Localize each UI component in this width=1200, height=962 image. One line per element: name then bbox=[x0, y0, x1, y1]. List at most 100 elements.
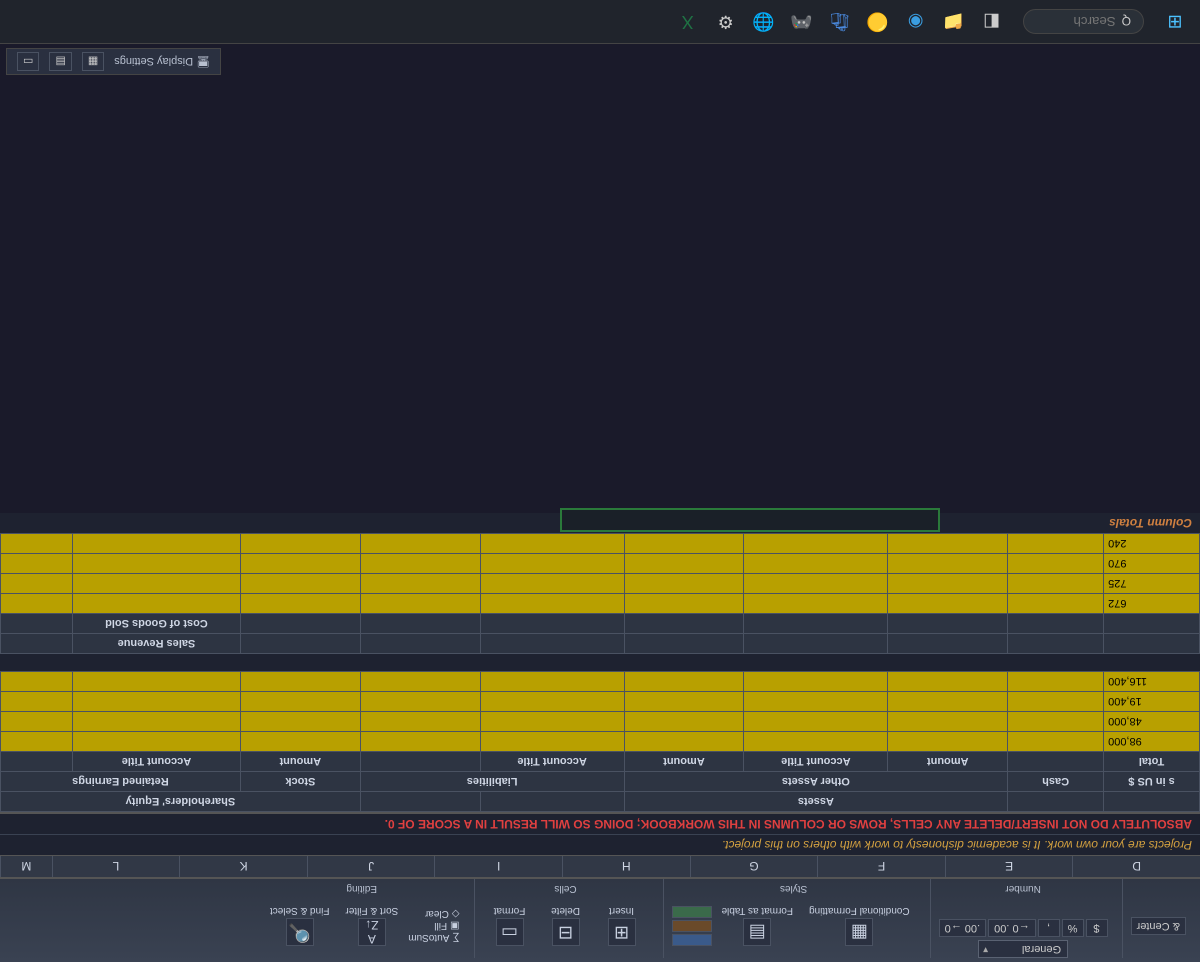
taskbar-app-excel[interactable]: X bbox=[671, 5, 705, 39]
task-view-button[interactable]: ◧ bbox=[975, 5, 1009, 39]
find-label: Find & Select bbox=[270, 906, 329, 917]
table-row[interactable]: 98,000 bbox=[1, 732, 1200, 752]
stock-hdr: Stock bbox=[240, 772, 360, 792]
view-page-button[interactable]: ▤ bbox=[49, 52, 71, 71]
amount-hdr-2: Amount bbox=[624, 752, 744, 772]
cell-style-1[interactable] bbox=[672, 934, 712, 946]
taskbar-search[interactable]: Q bbox=[1023, 9, 1144, 34]
col-g[interactable]: G bbox=[690, 856, 818, 877]
table-row[interactable]: 48,000 bbox=[1, 712, 1200, 732]
number-format-dropdown[interactable]: General bbox=[978, 940, 1068, 958]
delete-button[interactable]: ⊟ Delete bbox=[539, 904, 593, 949]
autosum-button[interactable]: ∑AutoSum bbox=[408, 933, 459, 944]
cell-val[interactable]: 240 bbox=[1104, 534, 1200, 554]
total-hdr: Total bbox=[1104, 752, 1200, 772]
worksheet[interactable]: Projects are your own work. It is academ… bbox=[0, 513, 1200, 855]
format-icon: ▭ bbox=[496, 919, 524, 947]
taskbar-app-chrome[interactable]: 🟡 bbox=[861, 5, 895, 39]
view-break-button[interactable]: ▭ bbox=[17, 52, 39, 71]
delete-label: Delete bbox=[551, 906, 580, 917]
format-button[interactable]: ▭ Format bbox=[483, 904, 537, 949]
taskbar-app-1[interactable]: 🎮 bbox=[785, 5, 819, 39]
windows-taskbar[interactable]: ⊞ Q ◧ 📁 ◉ 🟡 🛍 🎮 🌐 ⚙ X bbox=[0, 0, 1200, 44]
column-headers: D E F G H I J K L M bbox=[0, 855, 1200, 877]
table-row: Sales Revenue bbox=[1, 634, 1200, 654]
editing-group: ∑AutoSum ▣Fill ◇Clear AZ↓ Sort & Filter … bbox=[256, 879, 468, 958]
sort-label: Sort & Filter bbox=[345, 906, 398, 917]
col-j[interactable]: J bbox=[307, 856, 435, 877]
cells-label: Cells bbox=[483, 881, 649, 894]
taskbar-app-edge[interactable]: ◉ bbox=[899, 5, 933, 39]
insert-label: Insert bbox=[609, 906, 634, 917]
table-row: Total Amount Account Title Amount Accoun… bbox=[1, 752, 1200, 772]
currency-button[interactable]: $ bbox=[1086, 919, 1108, 937]
col-e[interactable]: E bbox=[945, 856, 1073, 877]
acct-title-hdr-1: Account Title bbox=[744, 752, 888, 772]
table-icon: ▤ bbox=[743, 919, 771, 947]
taskbar-app-explorer[interactable]: 📁 bbox=[937, 5, 971, 39]
clear-button[interactable]: ◇Clear bbox=[408, 909, 459, 920]
insert-button[interactable]: ⊞ Insert bbox=[595, 904, 649, 949]
cell-val[interactable]: 116,400 bbox=[1104, 672, 1200, 692]
conditional-formatting-button[interactable]: ▦ Conditional Formatting bbox=[803, 904, 916, 949]
search-input[interactable] bbox=[1036, 14, 1116, 29]
table-row[interactable]: 725 bbox=[1, 574, 1200, 594]
table-row[interactable]: 19,400 bbox=[1, 692, 1200, 712]
liabilities-hdr: Liabilities bbox=[360, 772, 624, 792]
sort-filter-button[interactable]: AZ↓ Sort & Filter bbox=[339, 904, 404, 949]
clear-icon: ◇ bbox=[452, 909, 460, 920]
view-normal-button[interactable]: ▦ bbox=[82, 52, 104, 71]
comma-button[interactable]: , bbox=[1038, 919, 1060, 937]
accounting-table[interactable]: Assets Shareholders' Equity s in US $ Ca… bbox=[0, 533, 1200, 812]
taskbar-app-2[interactable]: 🌐 bbox=[747, 5, 781, 39]
table-row[interactable]: 672 bbox=[1, 594, 1200, 614]
decrease-decimal-button[interactable]: .00 →0 bbox=[939, 919, 986, 937]
in-us-hdr: s in US $ bbox=[1104, 772, 1200, 792]
do-not-edit-warning: ABSOLUTELY DO NOT INSERT/DELETE ANY CELL… bbox=[0, 812, 1200, 834]
cell-val[interactable]: 725 bbox=[1104, 574, 1200, 594]
taskbar-app-store[interactable]: 🛍 bbox=[823, 5, 857, 39]
find-select-button[interactable]: 🔍 Find & Select bbox=[264, 904, 335, 949]
col-h[interactable]: H bbox=[562, 856, 690, 877]
amount-hdr-1: Amount bbox=[888, 752, 1008, 772]
active-cell-selection[interactable] bbox=[560, 508, 940, 532]
cell-val[interactable]: 98,000 bbox=[1104, 732, 1200, 752]
styles-group: ▦ Conditional Formatting ▤ Format as Tab… bbox=[663, 879, 924, 958]
cell-val[interactable]: 48,000 bbox=[1104, 712, 1200, 732]
alignment-group-partial: & Center bbox=[1122, 879, 1194, 958]
col-m[interactable]: M bbox=[0, 856, 52, 877]
fill-button[interactable]: ▣Fill bbox=[408, 921, 459, 932]
table-row[interactable]: 116,400 bbox=[1, 672, 1200, 692]
format-as-table-button[interactable]: ▤ Format as Table bbox=[716, 904, 800, 949]
cell-style-2[interactable] bbox=[672, 920, 712, 932]
cell-val[interactable]: 970 bbox=[1104, 554, 1200, 574]
percent-button[interactable]: % bbox=[1062, 919, 1084, 937]
table-row[interactable]: 970 bbox=[1, 554, 1200, 574]
number-group: General $ % , ←0 .00 .00 →0 Number bbox=[930, 879, 1116, 958]
cells-group: ⊞ Insert ⊟ Delete ▭ Format Cells bbox=[474, 879, 657, 958]
col-i[interactable]: I bbox=[434, 856, 562, 877]
cond-fmt-icon: ▦ bbox=[845, 919, 873, 947]
sales-rev-hdr: Sales Revenue bbox=[73, 634, 241, 654]
fmt-table-label: Format as Table bbox=[722, 906, 794, 917]
cell-val[interactable]: 19,400 bbox=[1104, 692, 1200, 712]
table-row: Assets Shareholders' Equity bbox=[1, 792, 1200, 812]
col-k[interactable]: K bbox=[179, 856, 307, 877]
start-button[interactable]: ⊞ bbox=[1158, 5, 1192, 39]
col-l[interactable]: L bbox=[52, 856, 180, 877]
acct-title-hdr-3: Account Title bbox=[73, 752, 241, 772]
increase-decimal-button[interactable]: ←0 .00 bbox=[988, 919, 1035, 937]
display-settings-button[interactable]: 🖥 Display Settings bbox=[114, 55, 210, 68]
taskbar-app-settings[interactable]: ⚙ bbox=[709, 5, 743, 39]
cell-style-3[interactable] bbox=[672, 906, 712, 918]
table-row[interactable] bbox=[1, 654, 1200, 672]
merge-center-button[interactable]: & Center bbox=[1131, 917, 1186, 935]
clear-label: Clear bbox=[425, 909, 449, 920]
col-f[interactable]: F bbox=[817, 856, 945, 877]
cell-val[interactable]: 672 bbox=[1104, 594, 1200, 614]
search-icon: Q bbox=[1122, 15, 1131, 29]
table-row[interactable]: 240 bbox=[1, 534, 1200, 554]
delete-icon: ⊟ bbox=[552, 919, 580, 947]
col-d[interactable]: D bbox=[1072, 856, 1200, 877]
editing-label: Editing bbox=[264, 881, 460, 894]
